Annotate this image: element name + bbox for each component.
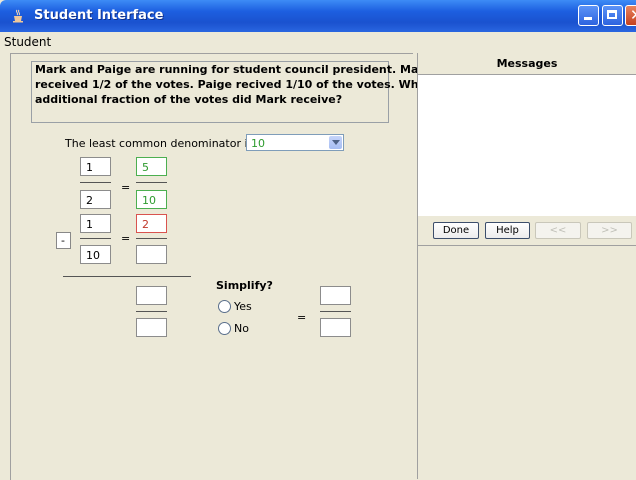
messages-title: Messages	[496, 57, 558, 70]
help-button[interactable]: Help	[485, 222, 530, 239]
close-button[interactable]: ✕	[625, 5, 636, 26]
simplify-label: Simplify?	[216, 279, 273, 292]
java-cup-icon	[13, 9, 23, 23]
fraction1-denominator[interactable]: 2	[80, 190, 111, 209]
fraction1-numerator[interactable]: 1	[80, 157, 111, 176]
converted1-bar	[136, 182, 167, 183]
equals-sign: =	[121, 232, 131, 245]
lcd-dropdown[interactable]: 10	[246, 134, 344, 151]
done-button[interactable]: Done	[433, 222, 479, 239]
maximize-button[interactable]	[602, 5, 623, 26]
messages-area[interactable]	[418, 74, 636, 216]
equals-sign: =	[297, 311, 307, 324]
fraction1-bar	[80, 182, 111, 183]
menu-bar	[0, 32, 636, 52]
problem-line-1: Mark and Paige are running for student c…	[35, 63, 432, 76]
window-title: Student Interface	[34, 8, 164, 23]
menu-student[interactable]: Student	[4, 35, 51, 49]
close-icon: ✕	[630, 6, 636, 24]
converted1-denominator[interactable]: 10	[136, 190, 167, 209]
lcd-selected-value: 10	[251, 137, 265, 150]
final-denominator[interactable]	[320, 318, 351, 337]
minimize-button[interactable]	[578, 5, 599, 26]
result-bar	[136, 311, 167, 312]
messages-divider	[418, 245, 636, 246]
final-bar	[320, 311, 351, 312]
result-numerator[interactable]	[136, 286, 167, 305]
problem-line-2: received 1/2 of the votes. Paige recived…	[35, 78, 432, 91]
fraction2-denominator[interactable]: 10	[80, 245, 111, 264]
simplify-no-label[interactable]: No	[234, 322, 249, 335]
converted2-numerator[interactable]: 2	[136, 214, 167, 233]
equals-sign: =	[121, 181, 131, 194]
lcd-label: The least common denominator is	[65, 137, 254, 150]
simplify-yes-radio[interactable]	[218, 300, 231, 313]
converted2-denominator[interactable]	[136, 245, 167, 264]
result-denominator[interactable]	[136, 318, 167, 337]
simplify-yes-label[interactable]: Yes	[234, 300, 252, 313]
chevron-down-icon[interactable]	[329, 136, 342, 149]
converted2-bar	[136, 238, 167, 239]
next-hint-button[interactable]: >>	[587, 222, 632, 239]
previous-hint-button[interactable]: <<	[535, 222, 581, 239]
operator-box[interactable]: -	[56, 232, 71, 249]
sum-line	[63, 276, 191, 277]
final-numerator[interactable]	[320, 286, 351, 305]
fraction2-bar	[80, 238, 111, 239]
problem-statement: Mark and Paige are running for student c…	[31, 61, 432, 123]
problem-line-3: additional fraction of the votes did Mar…	[35, 93, 343, 106]
simplify-no-radio[interactable]	[218, 322, 231, 335]
converted1-numerator[interactable]: 5	[136, 157, 167, 176]
fraction2-numerator[interactable]: 1	[80, 214, 111, 233]
